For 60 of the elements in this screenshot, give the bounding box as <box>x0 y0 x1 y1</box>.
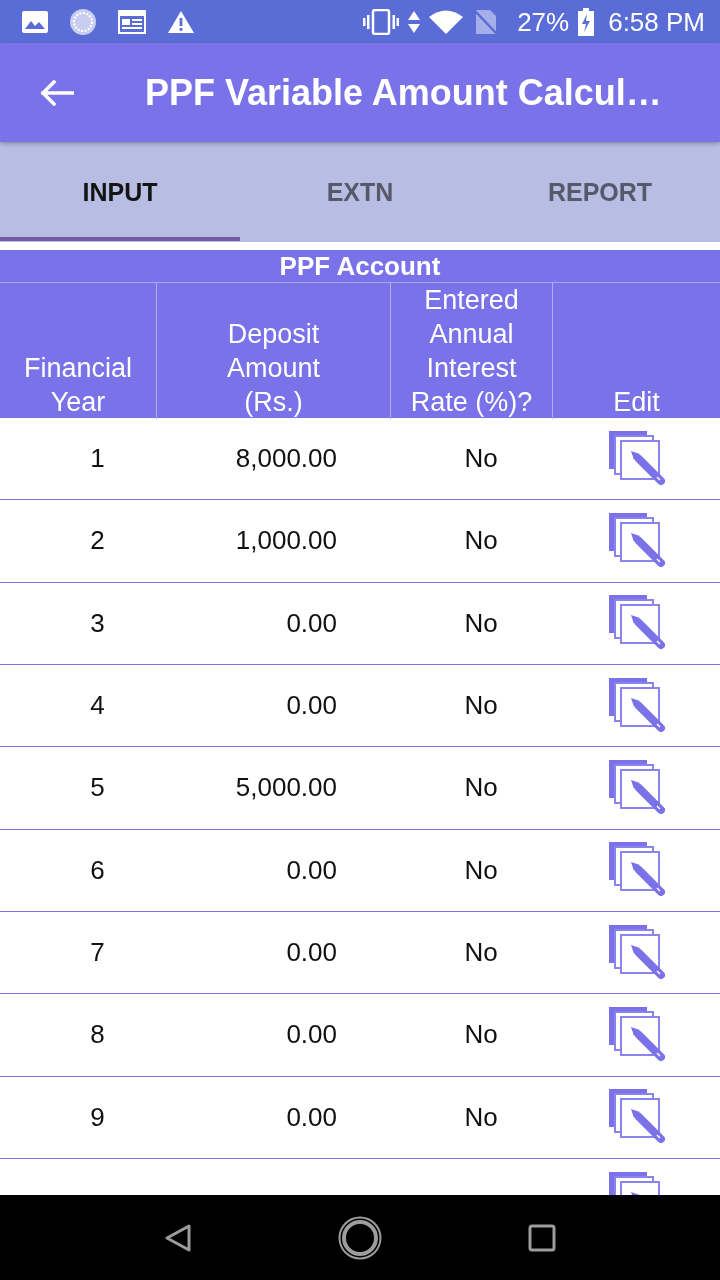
back-arrow-icon[interactable] <box>40 79 74 106</box>
vibrate-icon <box>363 8 400 35</box>
rate-entered-value: No <box>464 607 498 639</box>
back-icon[interactable] <box>164 1223 192 1252</box>
year-cell: 2 <box>90 525 105 557</box>
deposit-amount: 8,000.00 <box>235 443 337 475</box>
tab[interactable]: EXTN <box>240 142 480 242</box>
rate-entered-value: No <box>464 690 498 722</box>
window-icon <box>118 9 146 34</box>
rate-entered-value: No <box>464 854 498 886</box>
rate-entered-value: No <box>464 937 498 969</box>
clock-time: 6:58 PM <box>608 6 705 37</box>
rate-entered-value: No <box>464 525 498 557</box>
deposit-amount: 0.00 <box>286 1101 337 1133</box>
column-header: Edit <box>613 386 660 419</box>
disc-icon <box>69 7 97 36</box>
year-cell: 7 <box>90 937 105 969</box>
home-icon[interactable] <box>338 1215 382 1260</box>
year-cell: 8 <box>90 1019 105 1051</box>
image-icon <box>22 10 48 33</box>
tab[interactable]: INPUT <box>0 142 240 242</box>
deposit-amount: 5,000.00 <box>235 772 337 804</box>
edit-icon[interactable] <box>608 842 665 899</box>
no-sim-icon <box>474 8 499 35</box>
battery-charging-icon <box>578 7 595 36</box>
edit-icon[interactable] <box>608 595 665 652</box>
table-title: PPF Account <box>0 250 720 283</box>
rate-entered-value: No <box>464 443 498 475</box>
year-cell: 3 <box>90 607 105 639</box>
rate-entered-value: No <box>464 1019 498 1051</box>
battery-percentage: 27% <box>517 6 570 37</box>
rate-entered-value: No <box>464 1101 498 1133</box>
edit-icon[interactable] <box>608 430 665 487</box>
edit-icon[interactable] <box>608 924 665 981</box>
deposit-amount: 0.00 <box>286 607 337 639</box>
app-title: PPF Variable Amount Calcul… <box>145 71 662 114</box>
wifi-icon <box>429 9 464 34</box>
deposit-amount: 1,000.00 <box>235 525 337 557</box>
rate-entered-value: No <box>464 772 498 804</box>
column-header: Financial Year <box>22 352 134 419</box>
column-header: Entered Annual Interest Rate (%)? <box>409 284 534 419</box>
edit-icon[interactable] <box>608 1089 665 1146</box>
edit-icon[interactable] <box>608 759 665 816</box>
deposit-amount: 0.00 <box>286 690 337 722</box>
deposit-amount: 0.00 <box>286 854 337 886</box>
warning-icon <box>167 9 195 34</box>
year-cell: 6 <box>90 854 105 886</box>
tab[interactable]: REPORT <box>480 142 720 242</box>
year-cell: 4 <box>90 690 105 722</box>
year-cell: 1 <box>90 443 105 475</box>
deposit-amount: 0.00 <box>286 937 337 969</box>
year-cell: 9 <box>90 1101 105 1133</box>
column-header: Deposit Amount (Rs.) <box>225 318 322 419</box>
year-cell: 5 <box>90 772 105 804</box>
edit-icon[interactable] <box>608 677 665 734</box>
recents-icon[interactable] <box>528 1223 556 1252</box>
edit-icon[interactable] <box>608 1006 665 1063</box>
deposit-amount: 0.00 <box>286 1019 337 1051</box>
data-arrows-icon <box>408 10 421 33</box>
edit-icon[interactable] <box>608 513 665 569</box>
